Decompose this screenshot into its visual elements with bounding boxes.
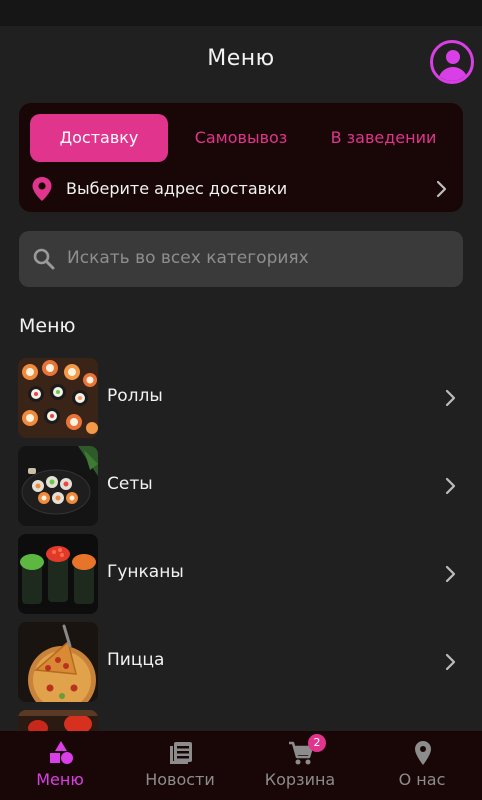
shapes-icon [50,741,73,764]
nav-about[interactable]: О нас [362,731,482,800]
sets-thumbnail [18,446,98,526]
menu-item-label: Сеты [107,474,153,494]
menu-item-label: Пицца [107,650,165,670]
menu-item-pizza[interactable]: Пицца [0,622,482,702]
delivery-mode-tabs: Доставку Самовывоз В заведении [30,114,452,162]
chevron-right-icon [445,565,456,583]
menu-item-label: Роллы [107,386,163,406]
tab-pickup[interactable]: Самовывоз [179,114,303,162]
tab-dine-in[interactable]: В заведении [315,114,452,162]
location-pin-icon [32,177,52,201]
delivery-options-card: Доставку Самовывоз В заведении Выберите … [19,103,463,212]
menu-item-label: Гунканы [107,562,184,582]
nav-cart[interactable]: 2 Корзина [240,731,360,800]
profile-avatar-icon[interactable] [430,40,474,84]
header: Меню [0,26,482,98]
bottom-navigation: Меню Новости 2 Корзина О нас [0,731,482,800]
menu-item-rolls[interactable]: Роллы [0,358,482,438]
tab-delivery[interactable]: Доставку [30,114,168,162]
menu-item-gunkan[interactable]: Гунканы [0,534,482,614]
search-placeholder: Искать во всех категориях [67,248,309,268]
chevron-right-icon [445,477,456,495]
news-icon [170,742,192,764]
chevron-right-icon [445,389,456,407]
nav-label: О нас [398,770,446,789]
select-address-row[interactable]: Выберите адрес доставки [30,171,452,207]
menu-section-title: Меню [19,315,76,337]
chevron-right-icon [436,180,447,198]
chevron-right-icon [445,653,456,671]
nav-label: Корзина [264,770,336,789]
gunkan-thumbnail [18,534,98,614]
nav-label: Новости [145,770,215,789]
avatar-body [438,67,468,81]
search-icon [33,248,55,270]
nav-menu[interactable]: Меню [0,731,120,800]
search-input[interactable]: Искать во всех категориях [19,231,463,287]
status-bar [0,0,482,26]
nav-label: Меню [36,770,84,789]
pizza-thumbnail [18,622,98,702]
address-prompt: Выберите адрес доставки [66,179,288,198]
nav-news[interactable]: Новости [120,731,240,800]
cart-count-badge: 2 [308,734,326,752]
location-pin-icon [415,741,431,765]
menu-item-sets[interactable]: Сеты [0,446,482,526]
page-title: Меню [207,46,275,71]
rolls-thumbnail [18,358,98,438]
avatar-head [446,50,460,64]
